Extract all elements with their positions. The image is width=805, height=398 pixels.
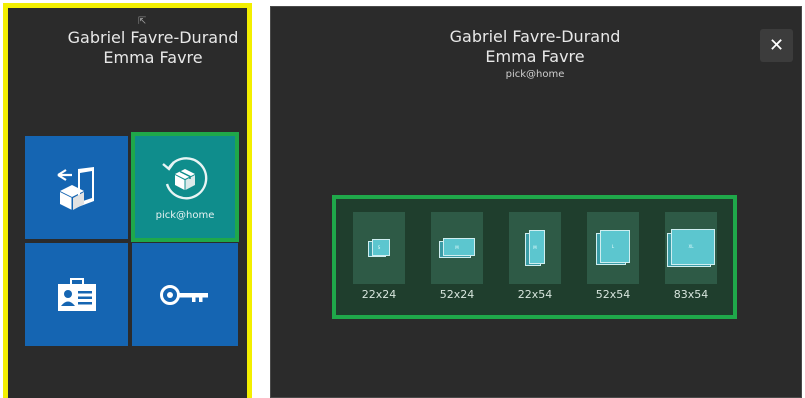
format-label: 52x24 xyxy=(439,288,475,301)
photobook-portrait-icon: M xyxy=(525,230,545,266)
format-card: M xyxy=(431,212,483,284)
format-label: 83x54 xyxy=(673,288,709,301)
tile-return[interactable] xyxy=(25,136,128,239)
format-card: L xyxy=(587,212,639,284)
photobook-large-icon: XL xyxy=(667,229,715,267)
format-option-22x24[interactable]: S 22x24 xyxy=(353,212,405,301)
tile-pick-at-home[interactable]: pick@home xyxy=(131,132,239,242)
format-option-83x54[interactable]: XL 83x54 xyxy=(665,212,717,301)
format-label: 52x54 xyxy=(595,288,631,301)
secondary-user-name: Emma Favre xyxy=(103,48,203,67)
pick-at-home-icon xyxy=(162,156,208,199)
format-options: S 22x24 M 52x24 M 22x54 L 52x54 XL 83x54 xyxy=(332,195,737,319)
side-menu-panel: ⇱ Gabriel Favre-Durand Emma Favre pick@h… xyxy=(3,3,252,398)
user-names: Gabriel Favre-Durand Emma Favre xyxy=(271,27,799,67)
format-card: S xyxy=(353,212,405,284)
format-label: 22x24 xyxy=(361,288,397,301)
return-box-icon xyxy=(56,166,94,210)
tile-pick-at-home-label: pick@home xyxy=(155,209,215,221)
secondary-user-name: Emma Favre xyxy=(485,47,585,66)
primary-user-name: Gabriel Favre-Durand xyxy=(67,28,239,47)
photobook-small-icon: S xyxy=(368,239,390,257)
photobook-landscape-icon: M xyxy=(439,238,475,258)
user-names: Gabriel Favre-Durand Emma Favre xyxy=(58,28,247,68)
format-option-52x24[interactable]: M 52x24 xyxy=(431,212,483,301)
format-option-22x54[interactable]: M 22x54 xyxy=(509,212,561,301)
format-card: XL xyxy=(665,212,717,284)
format-selection-panel: Gabriel Favre-Durand Emma Favre pick@hom… xyxy=(270,6,802,398)
key-icon xyxy=(160,284,208,305)
format-label: 22x54 xyxy=(517,288,553,301)
close-button[interactable]: ✕ xyxy=(760,29,793,62)
format-option-52x54[interactable]: L 52x54 xyxy=(587,212,639,301)
tile-id-card[interactable] xyxy=(25,243,128,346)
primary-user-name: Gabriel Favre-Durand xyxy=(449,27,621,46)
tile-key[interactable] xyxy=(132,243,238,346)
photobook-square-icon: L xyxy=(596,230,630,266)
format-card: M xyxy=(509,212,561,284)
mouse-cursor-icon: ⇱ xyxy=(138,16,147,27)
service-subtitle: pick@home xyxy=(505,69,565,80)
id-card-icon xyxy=(57,277,96,311)
